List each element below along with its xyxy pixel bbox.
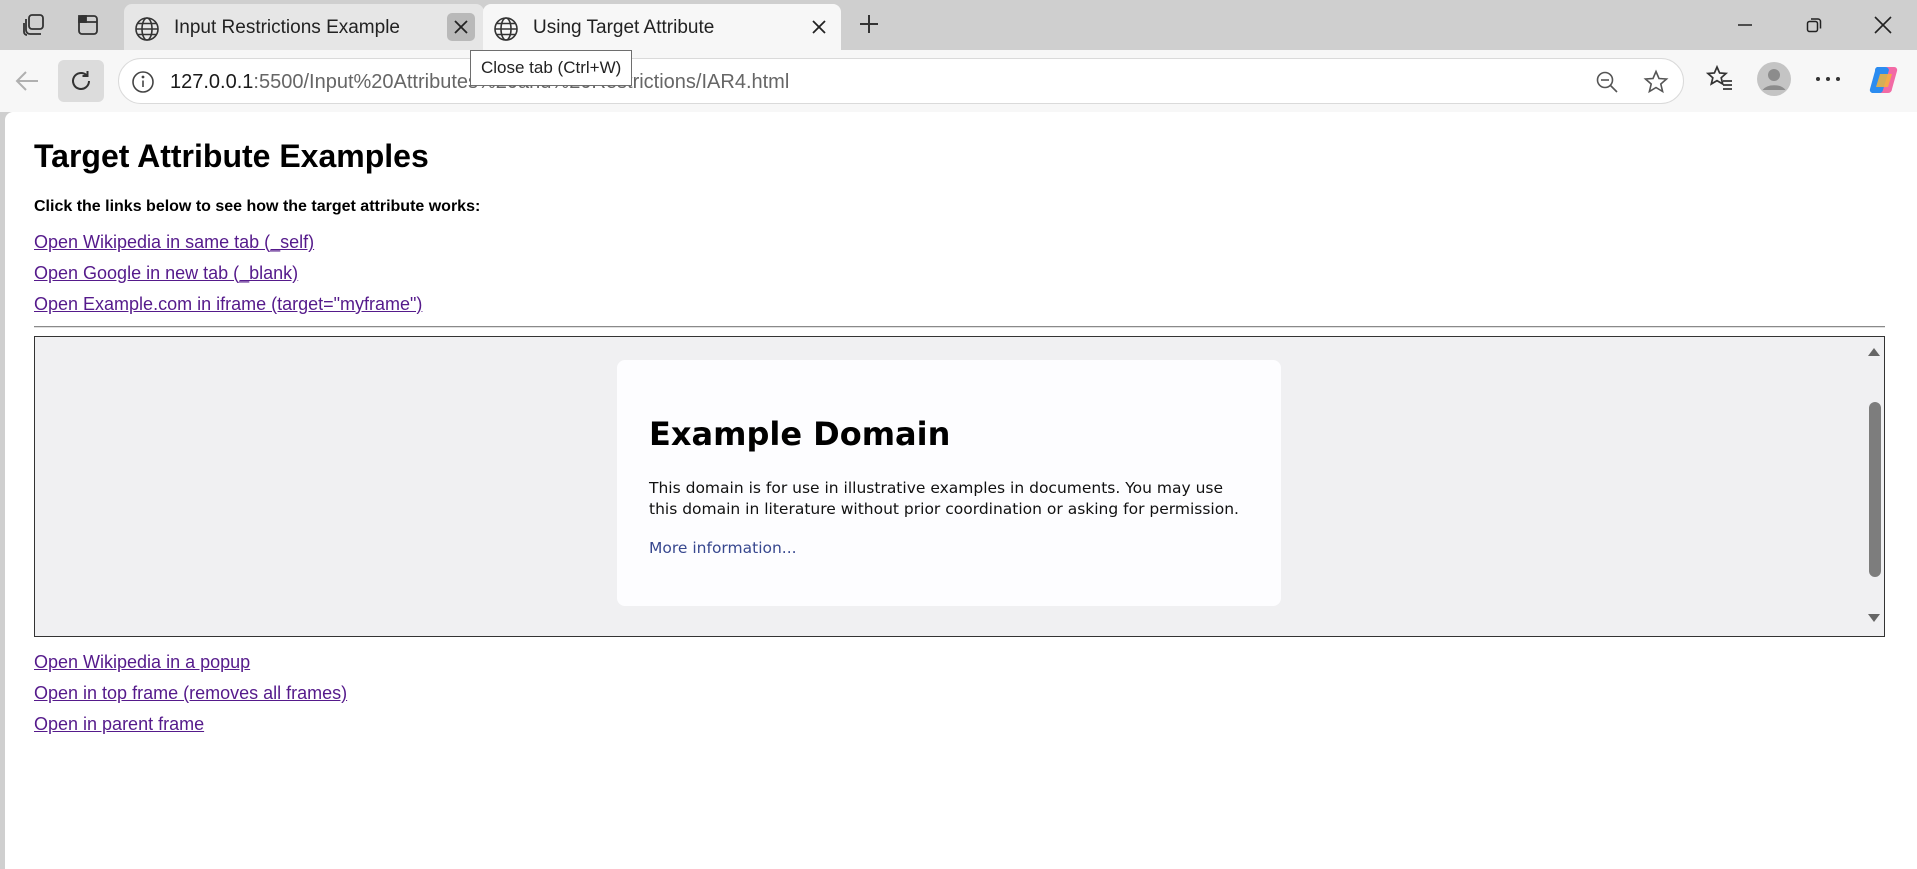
info-icon[interactable] xyxy=(131,70,155,94)
back-button[interactable] xyxy=(4,60,50,102)
example-domain-card: Example Domain This domain is for use in… xyxy=(617,360,1281,606)
globe-icon xyxy=(493,16,519,42)
close-icon xyxy=(812,20,826,34)
tab-using-target-attribute[interactable]: Using Target Attribute xyxy=(483,4,841,50)
new-tab-button[interactable] xyxy=(851,7,887,41)
link-google-blank[interactable]: Open Google in new tab (_blank) xyxy=(34,263,298,284)
scrollbar-thumb[interactable] xyxy=(1869,402,1881,577)
link-example-iframe[interactable]: Open Example.com in iframe (target="myfr… xyxy=(34,294,422,315)
iframe-scrollbar[interactable] xyxy=(1864,337,1884,635)
address-bar[interactable]: 127.0.0.1:5500/Input%20Attributes%20and%… xyxy=(118,58,1684,104)
back-arrow-icon xyxy=(14,70,40,92)
close-icon xyxy=(454,20,468,34)
browser-toolbar: 127.0.0.1:5500/Input%20Attributes%20and%… xyxy=(0,50,1917,112)
minimize-icon xyxy=(1737,17,1753,33)
tab-strip: Input Restrictions Example Using Target … xyxy=(0,0,1917,50)
tab-title: Input Restrictions Example xyxy=(174,17,400,38)
tab-title: Using Target Attribute xyxy=(533,17,715,38)
iframe-text: This domain is for use in illustrative e… xyxy=(649,479,1239,518)
favorites-icon[interactable] xyxy=(1706,64,1734,92)
reload-icon xyxy=(68,68,94,94)
restore-icon xyxy=(1806,17,1822,33)
horizontal-rule xyxy=(34,326,1885,328)
star-icon[interactable] xyxy=(1643,69,1669,95)
page-title: Target Attribute Examples xyxy=(34,138,429,174)
close-window-button[interactable] xyxy=(1853,6,1913,44)
tab-actions-button[interactable] xyxy=(70,8,106,42)
globe-icon xyxy=(134,16,160,42)
link-wikipedia-popup[interactable]: Open Wikipedia in a popup xyxy=(34,652,250,673)
more-icon[interactable] xyxy=(1814,76,1842,82)
link-parent-frame[interactable]: Open in parent frame xyxy=(34,714,204,735)
close-tab-button[interactable] xyxy=(447,13,475,41)
close-tab-tooltip: Close tab (Ctrl+W) xyxy=(470,50,633,86)
url-host: 127.0.0.1 xyxy=(170,71,254,93)
plus-icon xyxy=(858,13,880,35)
zoom-out-icon[interactable] xyxy=(1595,70,1619,94)
intro-text: Click the links below to see how the tar… xyxy=(34,198,481,215)
link-wikipedia-self[interactable]: Open Wikipedia in same tab (_self) xyxy=(34,232,314,253)
page-content: Target Attribute Examples Click the link… xyxy=(5,112,1917,869)
minimize-button[interactable] xyxy=(1715,6,1775,44)
scroll-up-icon[interactable] xyxy=(1867,347,1881,357)
close-tab-button[interactable] xyxy=(805,13,833,41)
copilot-icon[interactable] xyxy=(1868,63,1902,97)
more-information-link[interactable]: More information... xyxy=(649,539,797,557)
tab-input-restrictions[interactable]: Input Restrictions Example xyxy=(124,4,484,50)
close-icon xyxy=(1874,16,1892,34)
link-top-frame[interactable]: Open in top frame (removes all frames) xyxy=(34,683,347,704)
profile-icon[interactable] xyxy=(1756,61,1792,97)
restore-button[interactable] xyxy=(1784,6,1844,44)
scroll-down-icon[interactable] xyxy=(1867,613,1881,623)
reload-button[interactable] xyxy=(58,60,104,102)
myframe-iframe[interactable]: Example Domain This domain is for use in… xyxy=(34,336,1885,637)
tab-actions-icon xyxy=(76,13,100,37)
workspaces-button[interactable] xyxy=(16,8,52,42)
workspaces-icon xyxy=(21,12,47,38)
iframe-title: Example Domain xyxy=(649,415,951,453)
